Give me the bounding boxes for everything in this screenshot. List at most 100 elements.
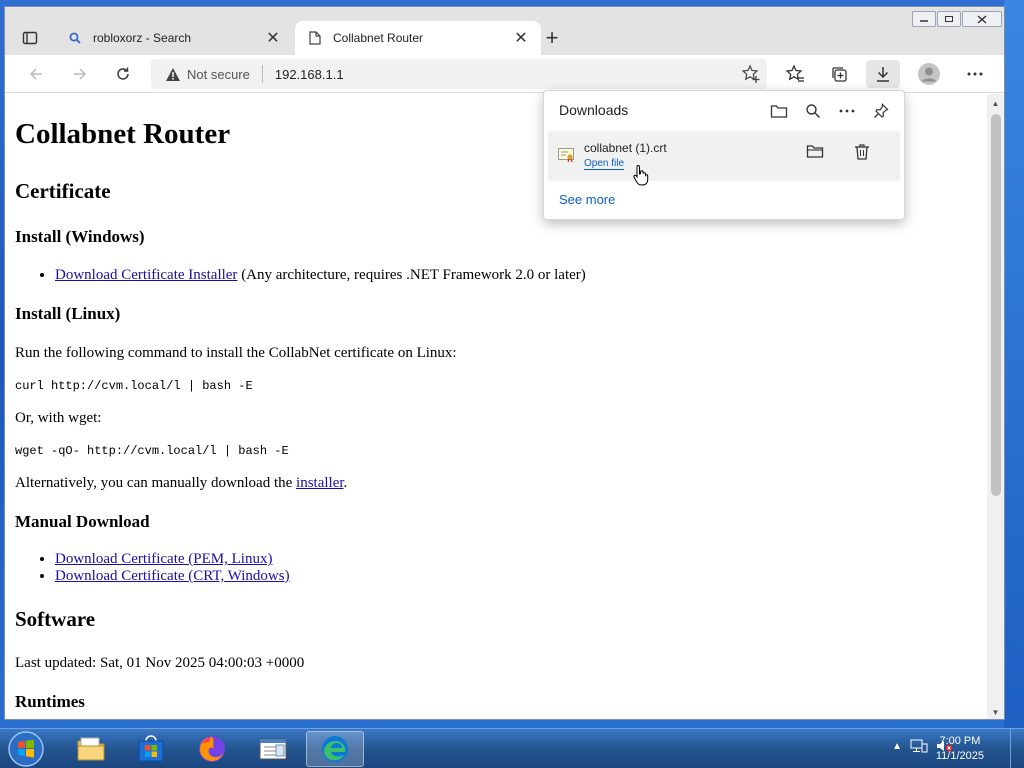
- forward-arrow-icon: [74, 68, 87, 80]
- page-title: Collabnet Router: [15, 118, 231, 150]
- page-scrollbar[interactable]: ▲ ▼: [987, 94, 1004, 719]
- browser-toolbar: Not secure 192.168.1.1: [5, 55, 1004, 93]
- install-windows-heading: Install (Windows): [15, 227, 145, 246]
- store-taskbar-button[interactable]: [122, 731, 180, 767]
- downloads-button[interactable]: [866, 60, 900, 88]
- page-icon: [307, 30, 323, 46]
- folder-icon: [770, 105, 788, 118]
- manual-download-list: Download Certificate (PEM, Linux) Downlo…: [55, 551, 290, 585]
- taskbar: ▲ 7:00 PM 11/1/2025: [0, 728, 1024, 768]
- warning-icon[interactable]: [165, 67, 181, 82]
- download-filename: collabnet (1).crt: [584, 141, 667, 155]
- more-options-button[interactable]: [836, 100, 858, 122]
- download-icon: [877, 67, 889, 82]
- back-arrow-icon: [29, 68, 42, 80]
- download-installer-link[interactable]: Download Certificate Installer: [55, 267, 237, 283]
- close-icon: [977, 14, 987, 24]
- download-pem-link[interactable]: Download Certificate (PEM, Linux): [55, 551, 272, 567]
- install-windows-list: Download Certificate Installer (Any arch…: [55, 267, 586, 284]
- add-favorite-icon[interactable]: [741, 64, 761, 87]
- wget-intro: Or, with wget:: [15, 410, 102, 426]
- search-downloads-button[interactable]: [802, 100, 824, 122]
- file-explorer-icon: [77, 737, 105, 761]
- collections-button[interactable]: [824, 60, 854, 88]
- show-desktop-button[interactable]: [1010, 729, 1024, 768]
- profile-avatar-icon: [918, 63, 940, 85]
- delete-icon[interactable]: [854, 143, 870, 166]
- list-item: Download Certificate (PEM, Linux): [55, 551, 290, 568]
- manual-text-post: .: [343, 475, 348, 491]
- wget-command: wget -qO- http://cvm.local/l | bash -E: [15, 444, 289, 458]
- close-window-button[interactable]: [962, 11, 1002, 27]
- see-more-link[interactable]: See more: [559, 192, 615, 207]
- scrollbar-thumb[interactable]: [991, 114, 1001, 496]
- install-linux-heading: Install (Linux): [15, 304, 121, 323]
- browser-window: robloxorz - Search ✕ Collabnet Router ✕ …: [4, 6, 1005, 720]
- firefox-taskbar-button[interactable]: [183, 731, 241, 767]
- collections-icon: [832, 67, 847, 82]
- runtimes-heading: Runtimes: [15, 692, 85, 711]
- system-clock[interactable]: 7:00 PM 11/1/2025: [936, 734, 984, 764]
- minimize-button[interactable]: [912, 11, 936, 27]
- back-button[interactable]: [21, 60, 51, 88]
- show-in-folder-icon[interactable]: [806, 143, 824, 164]
- url-text[interactable]: 192.168.1.1: [275, 67, 344, 82]
- download-item[interactable]: collabnet (1).crt Open file: [548, 131, 900, 181]
- tab-strip: robloxorz - Search ✕ Collabnet Router ✕ …: [5, 7, 1004, 55]
- start-button[interactable]: [6, 731, 46, 767]
- tab-robloxorz-search[interactable]: robloxorz - Search ✕: [55, 21, 293, 55]
- settings-menu-button[interactable]: [960, 60, 990, 88]
- linux-instructions: Run the following command to install the…: [15, 345, 457, 361]
- notepad-taskbar-button[interactable]: [244, 731, 302, 767]
- window-controls: [912, 11, 1002, 27]
- security-status[interactable]: Not secure: [187, 67, 250, 82]
- profile-button[interactable]: [914, 60, 944, 88]
- certificate-file-icon: [558, 148, 574, 167]
- edge-icon: [322, 736, 348, 762]
- tab-collabnet-router[interactable]: Collabnet Router ✕: [295, 21, 541, 55]
- downloads-title: Downloads: [559, 102, 629, 118]
- manual-download-text: Alternatively, you can manually download…: [15, 475, 347, 492]
- pin-downloads-button[interactable]: [870, 100, 892, 122]
- tab-actions-button[interactable]: [13, 23, 47, 53]
- firefox-icon: [199, 736, 225, 762]
- search-icon: [806, 104, 821, 119]
- windows-logo-icon: [8, 731, 44, 767]
- scroll-down-arrow-icon[interactable]: ▼: [987, 705, 1004, 719]
- notepad-icon: [259, 738, 287, 760]
- address-bar[interactable]: Not secure 192.168.1.1: [151, 59, 767, 89]
- file-explorer-taskbar-button[interactable]: [62, 731, 120, 767]
- certificate-heading: Certificate: [15, 179, 111, 203]
- refresh-icon: [117, 67, 129, 80]
- restore-icon: [945, 16, 953, 22]
- close-tab-button[interactable]: ✕: [261, 26, 285, 50]
- open-downloads-folder-button[interactable]: [768, 100, 790, 122]
- show-hidden-icons-icon[interactable]: ▲: [892, 741, 902, 752]
- search-icon: [67, 30, 83, 46]
- tab-actions-icon: [22, 31, 38, 45]
- edge-taskbar-button[interactable]: [306, 731, 364, 767]
- download-crt-link[interactable]: Download Certificate (CRT, Windows): [55, 568, 290, 584]
- hand-cursor-icon: [633, 164, 649, 191]
- network-icon[interactable]: [910, 739, 928, 753]
- new-tab-button[interactable]: +: [539, 25, 565, 51]
- minimize-icon: [920, 20, 928, 22]
- scroll-up-arrow-icon[interactable]: ▲: [987, 96, 1004, 110]
- refresh-button[interactable]: [108, 60, 138, 88]
- more-options-icon: [967, 72, 983, 76]
- list-item: Download Certificate (CRT, Windows): [55, 568, 290, 585]
- store-icon: [138, 735, 164, 762]
- close-tab-button[interactable]: ✕: [509, 26, 533, 50]
- favorites-button[interactable]: [780, 60, 810, 88]
- installer-note: (Any architecture, requires .NET Framewo…: [237, 267, 586, 283]
- forward-button[interactable]: [65, 60, 95, 88]
- maximize-button[interactable]: [937, 11, 961, 27]
- installer-link[interactable]: installer: [296, 475, 344, 491]
- last-updated-text: Last updated: Sat, 01 Nov 2025 04:00:03 …: [15, 655, 305, 671]
- open-file-link[interactable]: Open file: [584, 158, 625, 170]
- downloads-actions: [768, 100, 892, 122]
- more-options-icon: [839, 109, 855, 113]
- curl-command: curl http://cvm.local/l | bash -E: [15, 379, 253, 393]
- clock-time: 7:00 PM: [939, 735, 981, 747]
- clock-date: 11/1/2025: [935, 750, 984, 762]
